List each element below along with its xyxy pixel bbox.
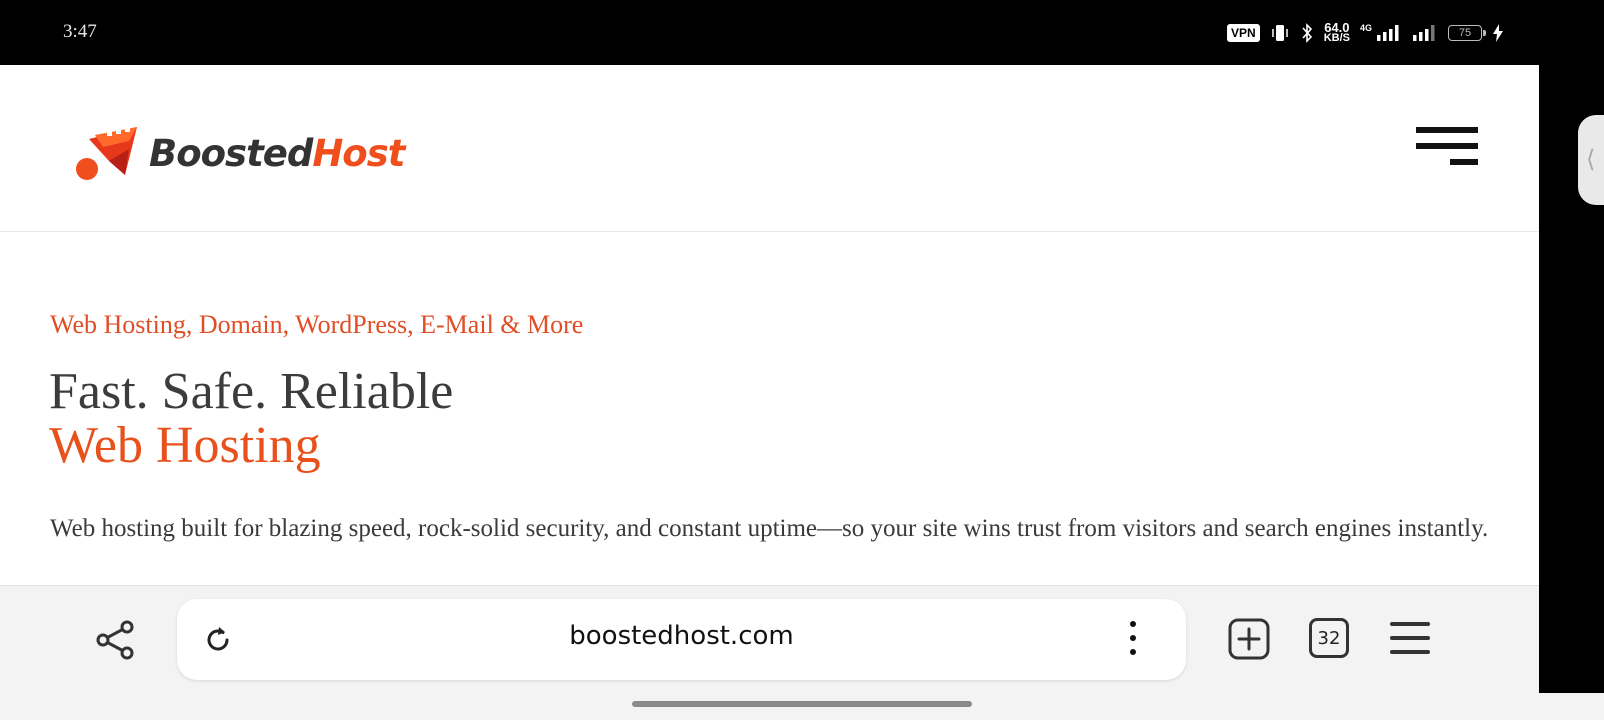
network-type: 4G xyxy=(1359,23,1372,33)
vibrate-icon xyxy=(1271,25,1288,41)
edge-panel-handle[interactable]: ⟨ xyxy=(1578,115,1604,205)
share-icon[interactable] xyxy=(94,618,138,662)
gesture-area xyxy=(0,693,1604,720)
logo-text-part2: Host xyxy=(312,131,405,175)
hero-heading-line1: Fast. Safe. Reliable xyxy=(49,363,454,420)
site-logo[interactable]: BoostedHost xyxy=(75,125,405,181)
menu-icon[interactable] xyxy=(1390,622,1430,654)
status-time: 3:47 xyxy=(63,21,97,42)
signal-icon xyxy=(1377,25,1399,41)
new-tab-icon[interactable] xyxy=(1228,618,1270,660)
gesture-bar[interactable] xyxy=(632,701,972,707)
hero-description: Web hosting built for blazing speed, roc… xyxy=(50,515,1489,542)
bluetooth-icon xyxy=(1302,23,1312,43)
url-text[interactable]: boostedhost.com xyxy=(177,621,1186,651)
hero-tagline: Web Hosting, Domain, WordPress, E-Mail &… xyxy=(50,310,584,339)
battery-icon: 75 xyxy=(1448,25,1486,41)
more-vertical-icon[interactable] xyxy=(1123,619,1143,659)
net-speed-unit: KB/S xyxy=(1323,32,1350,44)
vpn-badge: VPN xyxy=(1227,24,1260,42)
tabs-icon[interactable]: 32 xyxy=(1309,618,1349,658)
charging-icon xyxy=(1493,24,1503,42)
edge-handle-glyph: ⟨ xyxy=(1586,146,1596,173)
status-icons: VPN 64.0 KB/S 4G 75 xyxy=(1227,20,1504,46)
hamburger-menu-icon[interactable] xyxy=(1414,127,1478,169)
status-bar: 3:47 VPN 64.0 KB/S 4G 75 xyxy=(0,0,1604,65)
hero-heading-line2: Web Hosting xyxy=(49,417,321,474)
hero-heading: Fast. Safe. Reliable Web Hosting xyxy=(49,365,453,473)
address-bar[interactable]: boostedhost.com xyxy=(177,599,1186,680)
logo-mark-icon xyxy=(76,127,137,180)
logo-text-part1: Boosted xyxy=(149,131,313,175)
site-header: BoostedHost xyxy=(0,65,1539,232)
signal-2-icon xyxy=(1413,25,1435,41)
logo-text: BoostedHost xyxy=(149,131,405,175)
browser-toolbar: boostedhost.com 32 xyxy=(0,585,1539,693)
net-speed: 64.0 KB/S xyxy=(1323,21,1350,44)
web-page: BoostedHost Web Hosting, Domain, WordPre… xyxy=(0,65,1539,585)
